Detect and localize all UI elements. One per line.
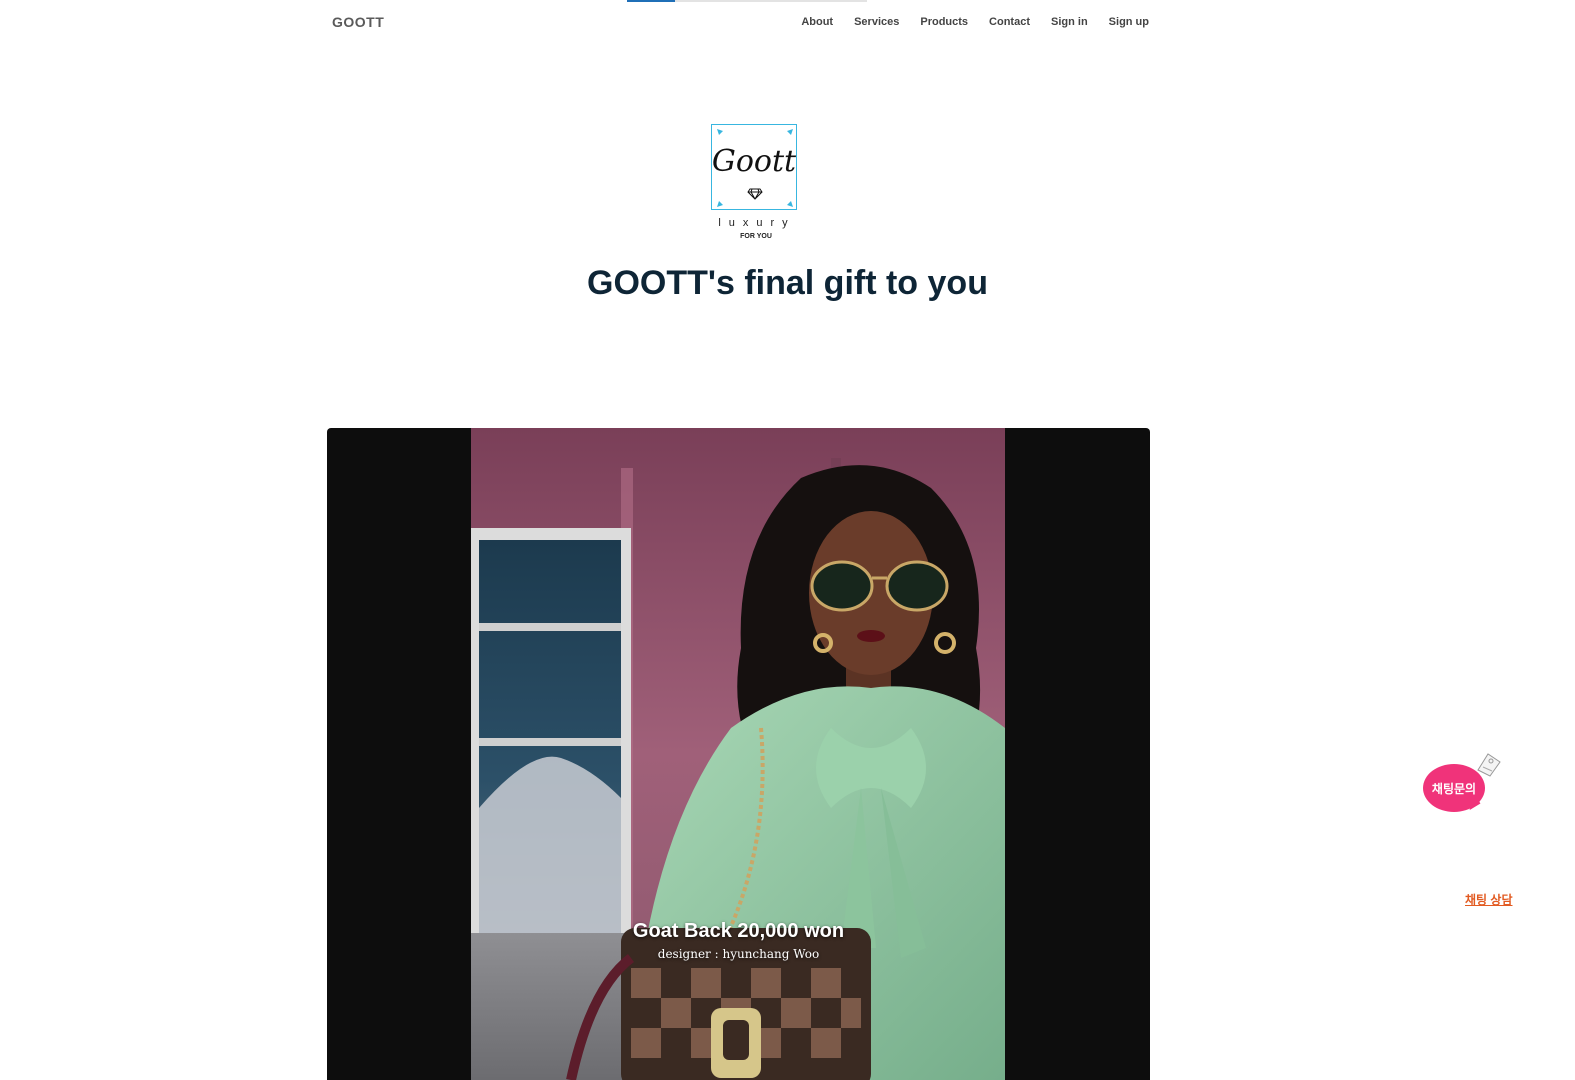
page-title: GOOTT's final gift to you	[587, 264, 988, 302]
logo-word: luxury	[718, 217, 796, 229]
product-title: Goat Back 20,000 won	[632, 920, 845, 942]
logo-script-text: Goott	[711, 144, 797, 179]
nav-contact[interactable]: Contact	[989, 16, 1030, 28]
logo-tagline: FOR YOU	[740, 233, 772, 240]
page-progress-fill	[627, 0, 675, 2]
nav-sign-in[interactable]: Sign in	[1051, 16, 1088, 28]
model-photo-illustration	[471, 428, 1005, 1080]
brand-link[interactable]: GOOTT	[332, 14, 384, 30]
page-progress-bar	[627, 0, 867, 2]
chat-inquiry-button[interactable]: 채팅문의	[1423, 764, 1485, 812]
product-photo	[471, 428, 1005, 1080]
nav-sign-up[interactable]: Sign up	[1109, 16, 1149, 28]
main-nav: About Services Products Contact Sign in …	[801, 16, 1149, 28]
nav-products[interactable]: Products	[920, 16, 968, 28]
nav-about[interactable]: About	[801, 16, 833, 28]
chat-consult-link[interactable]: 채팅 상담	[1465, 891, 1513, 908]
product-designer: designer : hyunchang Woo	[657, 947, 820, 961]
diamond-icon	[747, 188, 763, 200]
nav-services[interactable]: Services	[854, 16, 899, 28]
product-caption: Goat Back 20,000 won designer : hyunchan…	[327, 920, 1150, 961]
goott-logo: Goott luxury FOR YOU	[711, 124, 803, 246]
featured-product-banner[interactable]: Goat Back 20,000 won designer : hyunchan…	[327, 428, 1150, 1080]
